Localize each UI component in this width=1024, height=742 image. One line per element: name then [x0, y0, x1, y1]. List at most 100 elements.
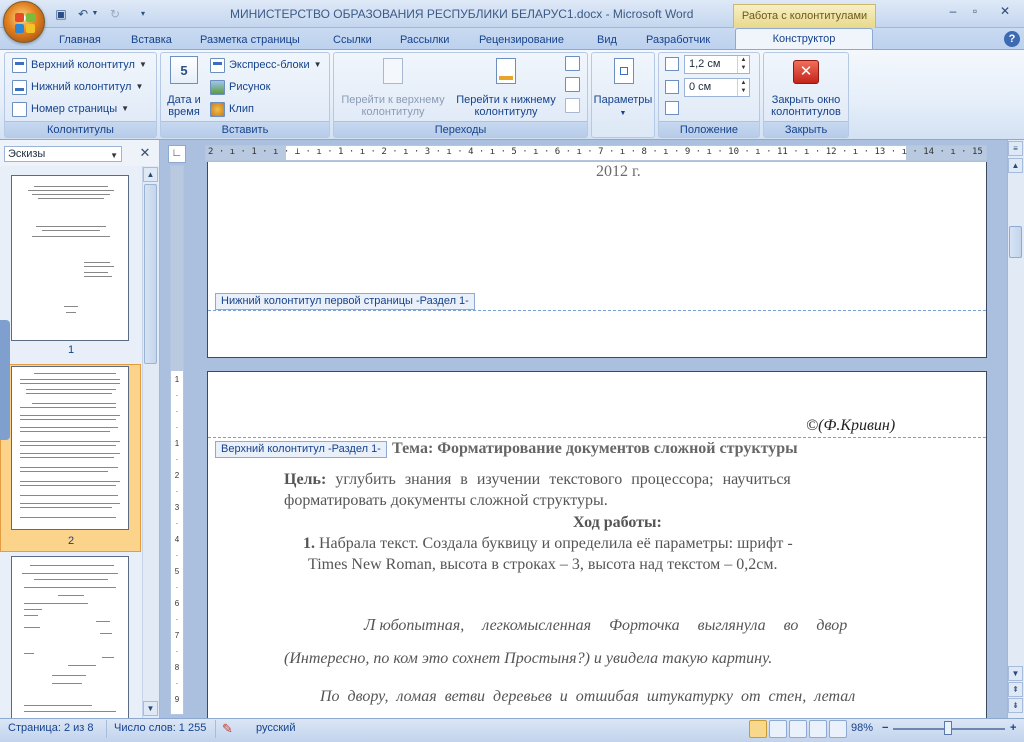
pane-collapse-handle[interactable]: [0, 320, 10, 440]
page-thumbnail-3[interactable]: [11, 556, 129, 718]
scroll-up-icon[interactable]: ▲: [1008, 158, 1023, 173]
save-icon[interactable]: ▣: [52, 5, 70, 23]
date-time-label: Дата и время: [167, 94, 201, 118]
ruler-tick: 4: [174, 535, 180, 544]
ruler-tick: ·: [175, 487, 179, 496]
spinner-icon[interactable]: ▲ ▼: [737, 79, 749, 96]
scroll-down-icon[interactable]: ▼: [1008, 666, 1023, 681]
outline-view-icon[interactable]: [809, 720, 827, 738]
tab-mailings[interactable]: Рассылки: [398, 30, 451, 50]
ruler-tick: ·: [175, 583, 179, 592]
full-screen-reading-view-icon[interactable]: [769, 720, 787, 738]
spinner-icon[interactable]: ▲ ▼: [737, 56, 749, 73]
options-icon: [614, 58, 634, 84]
pane-selector[interactable]: Эскизы ▼: [4, 146, 122, 162]
footer-button[interactable]: Нижний колонтитул ▼: [12, 77, 143, 97]
ruler-tick: ·: [175, 615, 179, 624]
tab-review[interactable]: Рецензирование: [477, 30, 566, 50]
vertical-ruler[interactable]: 1 · · · 1 · 2 · 3 · 4 · 5 · 6 · 7 · 8 · 9: [170, 165, 184, 715]
item1-line1: 1. Набрала текст. Создала буквицу и опре…: [303, 535, 793, 552]
quick-parts-icon: [210, 57, 225, 73]
header-position-input[interactable]: 1,2 см ▲ ▼: [684, 55, 750, 74]
ruler-tick: 2: [174, 471, 180, 480]
insert-alignment-tab-icon[interactable]: [665, 101, 679, 115]
calendar-icon: 5: [170, 56, 198, 84]
header-text: ©(Ф.Кривин): [806, 417, 896, 434]
goal-paragraph-line2: форматировать документы сложной структур…: [284, 492, 608, 509]
scroll-down-icon[interactable]: ▼: [143, 701, 158, 716]
link-to-previous-icon[interactable]: [565, 98, 581, 114]
goto-footer-label: Перейти к нижнему колонтитулу: [456, 94, 556, 118]
close-header-footer-button[interactable]: ✕ Закрыть окно колонтитулов: [764, 56, 848, 120]
help-icon[interactable]: ?: [1004, 31, 1020, 47]
picture-button[interactable]: Рисунок: [210, 77, 271, 97]
undo-dropdown-icon[interactable]: ▼: [90, 5, 100, 23]
options-button[interactable]: Параметры ▼: [592, 56, 654, 136]
ruler-tick: 1: [174, 375, 180, 384]
status-word-count[interactable]: Число слов: 1 255: [114, 722, 206, 734]
footer-position-input[interactable]: 0 см ▲ ▼: [684, 78, 750, 97]
tab-view[interactable]: Вид: [595, 30, 619, 50]
header-label-tag: Верхний колонтитул -Раздел 1-: [215, 441, 387, 458]
ruler-tick: ·: [175, 407, 179, 416]
date-time-button[interactable]: 5 Дата и время: [167, 56, 201, 118]
zoom-level[interactable]: 98%: [851, 722, 873, 734]
ruler-scale: 2 · ı · 1 · ı · ⊥ · ı · 1 · ı · 2 · ı · …: [208, 147, 986, 157]
page-2[interactable]: ©(Ф.Кривин) Верхний колонтитул -Раздел 1…: [207, 371, 987, 731]
tab-page-layout[interactable]: Разметка страницы: [198, 30, 302, 50]
footer-icon: [12, 79, 27, 95]
close-button[interactable]: ✕: [990, 3, 1020, 21]
zoom-out-icon[interactable]: −: [882, 722, 888, 734]
ruler-tick: 5: [174, 567, 180, 576]
customize-qat-icon[interactable]: ▾: [138, 5, 148, 23]
zoom-slider-handle[interactable]: [944, 721, 952, 735]
print-layout-view-icon[interactable]: [749, 720, 767, 738]
header-button[interactable]: Верхний колонтитул ▼: [12, 55, 147, 75]
status-language[interactable]: русский: [256, 722, 295, 734]
thumbnail-number: 2: [67, 535, 75, 547]
redo-icon[interactable]: ↻: [106, 5, 124, 23]
draft-view-icon[interactable]: [829, 720, 847, 738]
page-number-button[interactable]: Номер страницы ▼: [12, 99, 129, 119]
quick-parts-button[interactable]: Экспресс-блоки ▼: [210, 55, 322, 75]
goto-footer-button[interactable]: Перейти к нижнему колонтитулу: [450, 56, 562, 118]
zoom-in-icon[interactable]: +: [1010, 722, 1016, 734]
pane-selector-value: Эскизы: [8, 148, 46, 160]
ruler-tick: 3: [174, 503, 180, 512]
header-label: Верхний колонтитул: [31, 59, 135, 71]
next-section-icon[interactable]: [565, 77, 581, 93]
ruler-tick: 9: [174, 695, 180, 704]
horizontal-ruler[interactable]: 2 · ı · 1 · ı · ⊥ · ı · 1 · ı · 2 · ı · …: [205, 145, 987, 161]
ruler-tick: ·: [175, 679, 179, 688]
tab-selector-icon[interactable]: ∟: [168, 145, 186, 163]
previous-section-icon[interactable]: [565, 56, 581, 72]
clip-art-button[interactable]: Клип: [210, 99, 254, 119]
options-label: Параметры: [593, 94, 653, 106]
header-icon: [12, 57, 27, 73]
scroll-up-icon[interactable]: ▲: [143, 167, 158, 182]
tab-design[interactable]: Конструктор: [735, 28, 873, 50]
next-page-icon[interactable]: ⇟: [1008, 698, 1023, 713]
page-1[interactable]: 2012 г. Нижний колонтитул первой страниц…: [207, 162, 987, 358]
tab-insert[interactable]: Вставка: [129, 30, 174, 50]
restore-button[interactable]: ▫: [962, 3, 988, 21]
document-scroll-thumb[interactable]: [1009, 226, 1022, 258]
page-thumbnail-1[interactable]: [11, 175, 129, 341]
office-button[interactable]: [3, 1, 45, 43]
ruler-toggle-icon[interactable]: ≡: [1008, 141, 1023, 156]
thumbnails-scroll-thumb[interactable]: [144, 184, 157, 364]
web-layout-view-icon[interactable]: [789, 720, 807, 738]
office-logo-icon: [15, 13, 35, 33]
page-thumbnail-2[interactable]: [11, 366, 129, 530]
proofing-icon[interactable]: ✎: [222, 721, 240, 737]
pane-close-icon[interactable]: ✕: [138, 146, 152, 160]
topic-heading: Тема: Форматирование документов сложной …: [392, 440, 798, 457]
group-label: Закрыть: [764, 121, 848, 137]
tab-references[interactable]: Ссылки: [331, 30, 374, 50]
goto-header-button[interactable]: Перейти к верхнему колонтитулу: [337, 56, 449, 118]
ruler-tick: ·: [175, 423, 179, 432]
tab-developer[interactable]: Разработчик: [644, 30, 712, 50]
tab-home[interactable]: Главная: [57, 30, 103, 50]
previous-page-icon[interactable]: ⇞: [1008, 682, 1023, 697]
status-page[interactable]: Страница: 2 из 8: [8, 722, 94, 734]
